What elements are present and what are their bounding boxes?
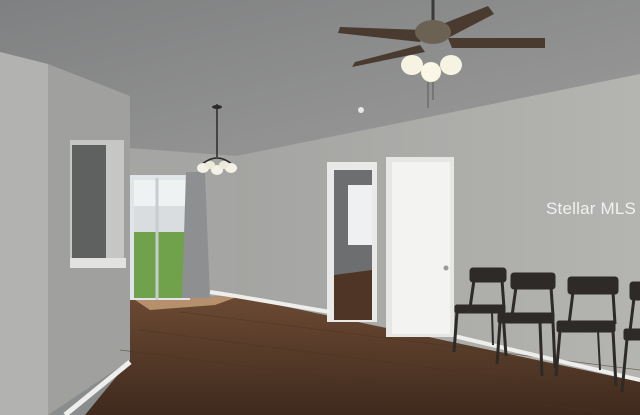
sliding-door-sky xyxy=(134,180,186,206)
room-photo: Stellar MLS xyxy=(0,0,640,415)
sliding-door-fence xyxy=(134,205,186,232)
door-knob xyxy=(443,265,449,271)
wall-niche-opening xyxy=(72,145,106,258)
left-partition-wall xyxy=(0,52,48,415)
doorway-floor xyxy=(334,270,372,320)
watermark-text: Stellar MLS xyxy=(546,199,637,218)
sliding-door-yard xyxy=(134,230,186,298)
niche-sill xyxy=(70,258,126,268)
doorway-window xyxy=(348,185,372,245)
smoke-detector xyxy=(358,107,364,113)
closed-door-panel xyxy=(392,162,450,334)
room-illustration xyxy=(0,0,640,415)
